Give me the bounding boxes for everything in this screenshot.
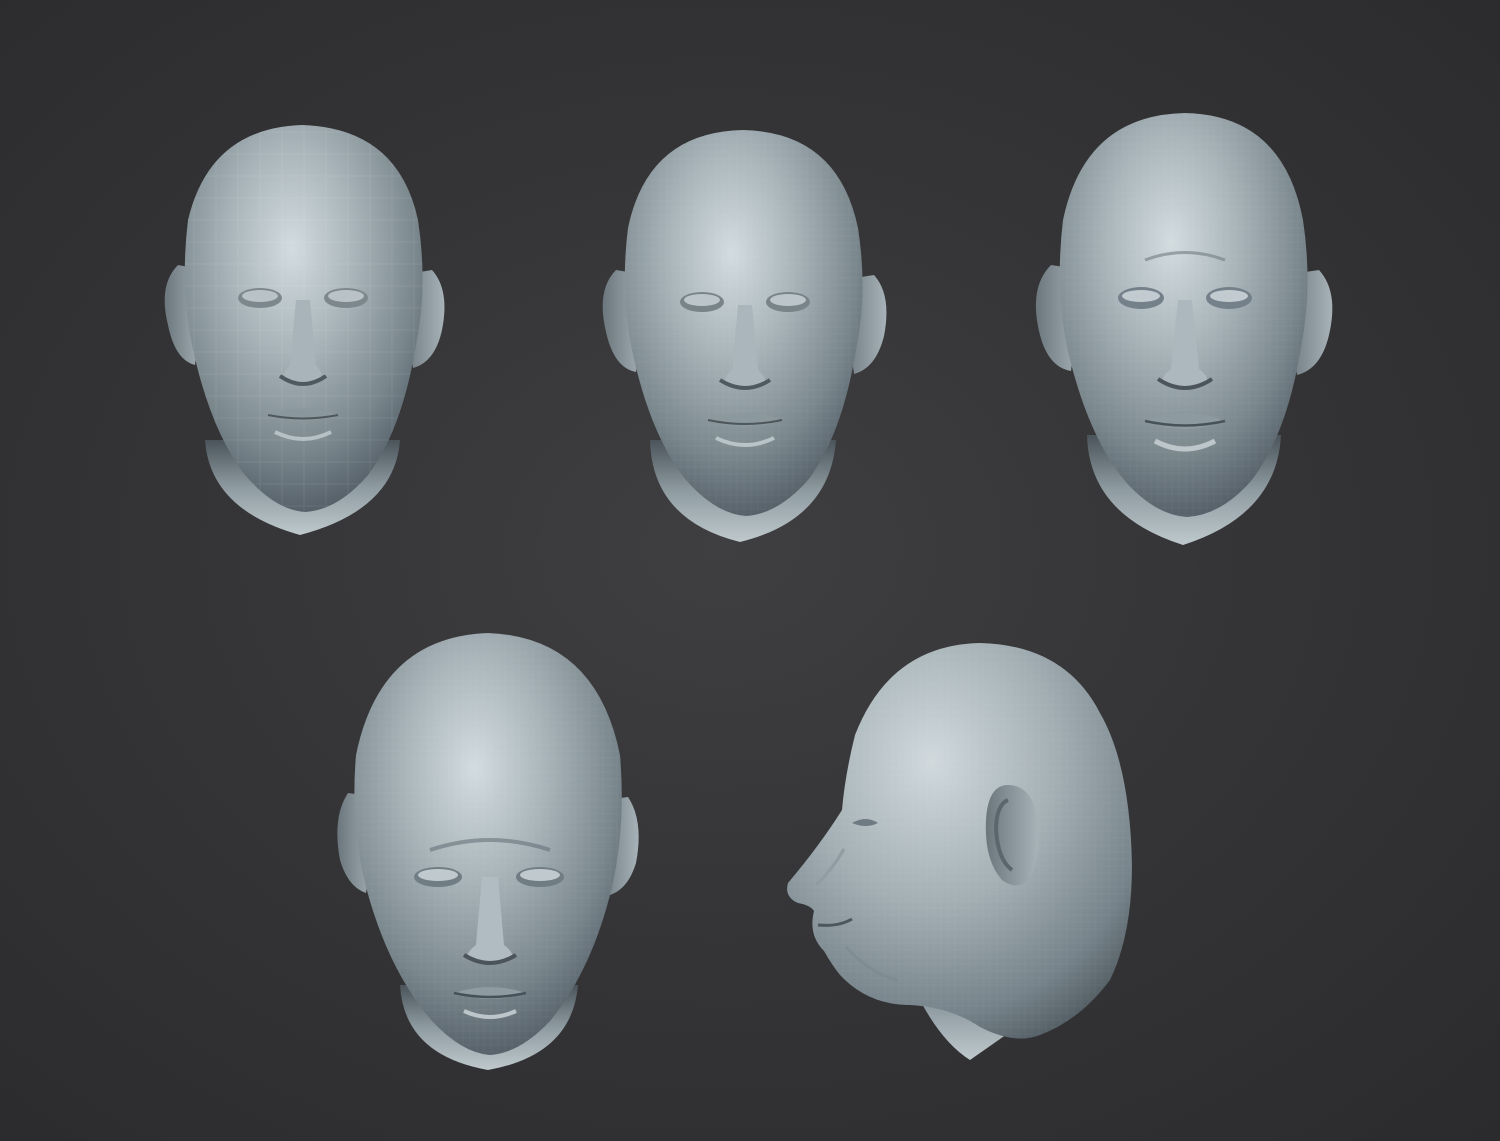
viewport-canvas [0, 0, 1500, 1141]
head-sculpt-mediumpoly-front [590, 110, 900, 550]
head-sculpt-highpoly-front [1025, 95, 1345, 550]
head-sculpt-highangle-front [330, 625, 650, 1075]
head-sculpt-profile-view [780, 635, 1140, 1075]
head-sculpt-lowpoly-front [150, 110, 460, 540]
